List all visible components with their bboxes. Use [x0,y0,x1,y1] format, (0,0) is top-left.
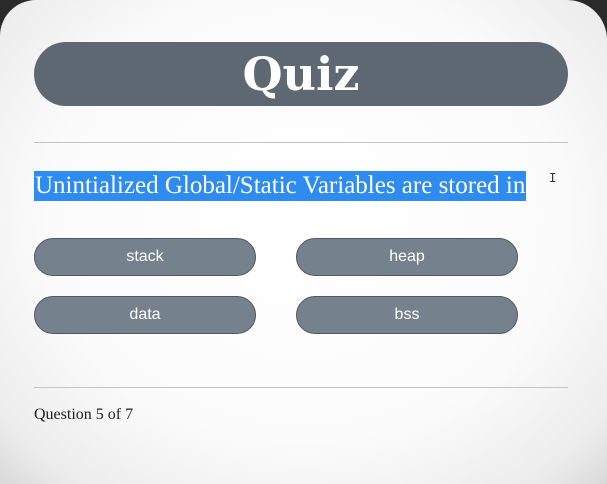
answer-option-stack[interactable]: stack [34,238,256,276]
question-progress: Question 5 of 7 [34,406,134,423]
quiz-title: Quiz [242,47,360,101]
answer-option-heap[interactable]: heap [296,238,518,276]
text-cursor-icon: I [549,171,557,185]
answer-option-bss[interactable]: bss [296,296,518,334]
quiz-card: Quiz Unintialized Global/Static Variable… [0,0,607,484]
bottom-divider [34,387,568,388]
quiz-title-bar: Quiz [34,42,568,106]
question-text: Unintialized Global/Static Variables are… [34,171,527,201]
top-divider [34,142,568,143]
answer-option-data[interactable]: data [34,296,256,334]
